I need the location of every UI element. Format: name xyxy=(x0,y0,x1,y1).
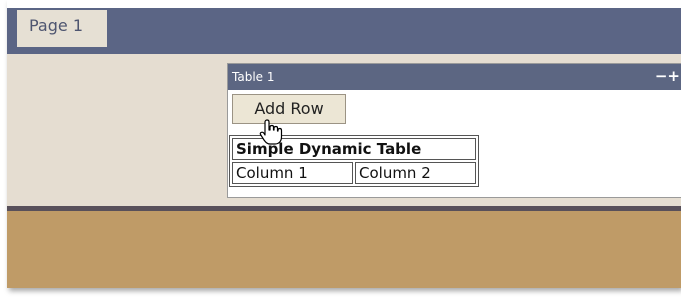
app-frame: Page 1 Table 1 −+ Add Row Simple Dynamic… xyxy=(7,0,681,288)
hand-pointer-icon xyxy=(259,119,283,145)
widget-resize-controls[interactable]: −+ xyxy=(655,64,680,90)
footer-area xyxy=(7,211,681,288)
column-2-cell[interactable]: Column 2 xyxy=(355,162,476,184)
widget-title: Table 1 xyxy=(232,70,275,84)
table-row: Column 1 Column 2 xyxy=(232,162,476,184)
widget-title-bar[interactable]: Table 1 −+ xyxy=(228,64,681,90)
table-widget: Table 1 −+ Add Row Simple Dynamic Table … xyxy=(227,63,681,198)
add-row-button[interactable]: Add Row xyxy=(232,94,346,124)
page-tab-bar xyxy=(7,8,681,54)
column-1-cell[interactable]: Column 1 xyxy=(232,162,353,184)
tab-page-1[interactable]: Page 1 xyxy=(17,10,107,47)
